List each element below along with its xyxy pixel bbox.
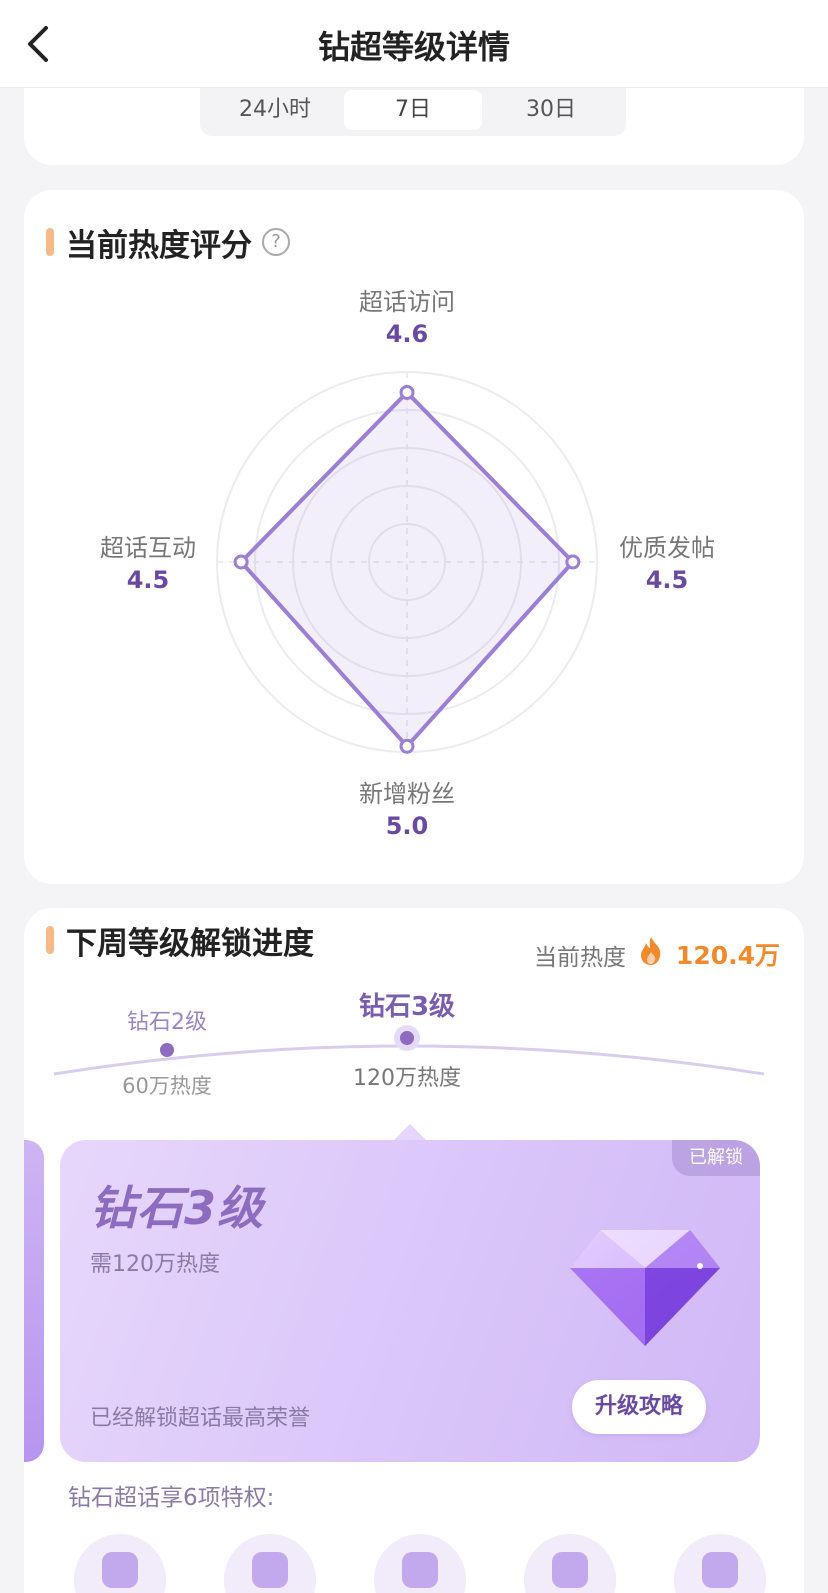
page-title: 钻超等级详情 <box>317 28 510 66</box>
radar-point <box>399 738 415 754</box>
axis-label-fans: 新增粉丝 <box>359 780 455 808</box>
level-name-3[interactable]: 钻石3级 <box>307 986 507 1023</box>
tab-30d[interactable]: 30日 <box>482 90 620 130</box>
axis-value-posts: 4.5 <box>645 566 689 594</box>
time-range-card: 24小时 7日 30日 <box>24 88 804 165</box>
diamond-icon <box>570 1230 720 1346</box>
level-card[interactable]: 已解锁 钻石3级 需120万热度 已经解锁超话最高荣誉 升级攻略 <box>60 1140 760 1462</box>
tab-24h[interactable]: 24小时 <box>206 90 344 130</box>
axis-label-posts: 优质发帖 <box>619 534 715 562</box>
upgrade-guide-button[interactable]: 升级攻略 <box>572 1380 706 1434</box>
unlocked-badge: 已解锁 <box>672 1140 760 1176</box>
level-dot-2 <box>160 1043 174 1057</box>
radar-area <box>239 390 575 749</box>
privilege-icons <box>74 1534 794 1593</box>
privilege-icon[interactable] <box>674 1534 766 1593</box>
time-range-tabs: 24小时 7日 30日 <box>200 88 626 136</box>
prev-level-card[interactable] <box>24 1140 44 1462</box>
current-heat-label: 当前热度 <box>534 945 626 971</box>
current-heat-value: 120.4万 <box>675 941 780 970</box>
privilege-icon[interactable] <box>224 1534 316 1593</box>
axis-label-interact: 超话互动 <box>100 534 196 562</box>
radar-series <box>233 384 581 754</box>
level-dot-3 <box>400 1031 414 1045</box>
fire-icon <box>641 937 661 965</box>
level-progress-card: 下周等级解锁进度 当前热度 120.4万 钻石2级 60万热度 钻石3级 120… <box>24 908 804 1593</box>
privilege-icon[interactable] <box>74 1534 166 1593</box>
axis-value-fans: 5.0 <box>385 812 429 840</box>
level-req-3: 120万热度 <box>353 1066 461 1091</box>
axis-value-interact: 4.5 <box>126 566 170 594</box>
card-level-title: 钻石3级 <box>90 1181 265 1235</box>
card-requirement: 需120万热度 <box>90 1252 220 1277</box>
level-name-2[interactable]: 钻石2级 <box>67 1004 267 1036</box>
radar-point <box>565 554 581 570</box>
axis-label-visits: 超话访问 <box>359 288 455 316</box>
privilege-icon[interactable] <box>524 1534 616 1593</box>
level-req-2: 60万热度 <box>122 1074 212 1098</box>
privilege-text: 钻石超话享6项特权: <box>68 1485 275 1511</box>
radar-point <box>399 384 415 400</box>
privilege-icon[interactable] <box>374 1534 466 1593</box>
tab-7d[interactable]: 7日 <box>344 90 482 130</box>
section-accent-bar <box>46 926 54 954</box>
card-description: 已经解锁超话最高荣誉 <box>90 1406 311 1431</box>
header-bar: 钻超等级详情 <box>0 0 828 88</box>
axis-value-visits: 4.6 <box>385 320 429 348</box>
section-title-progress: 下周等级解锁进度 <box>66 926 314 962</box>
heat-score-card: 当前热度评分 ? 超话访问 4.6 优质发帖 4.5 新增粉丝 5.0 超话互动… <box>24 190 804 884</box>
radar-point <box>233 554 249 570</box>
